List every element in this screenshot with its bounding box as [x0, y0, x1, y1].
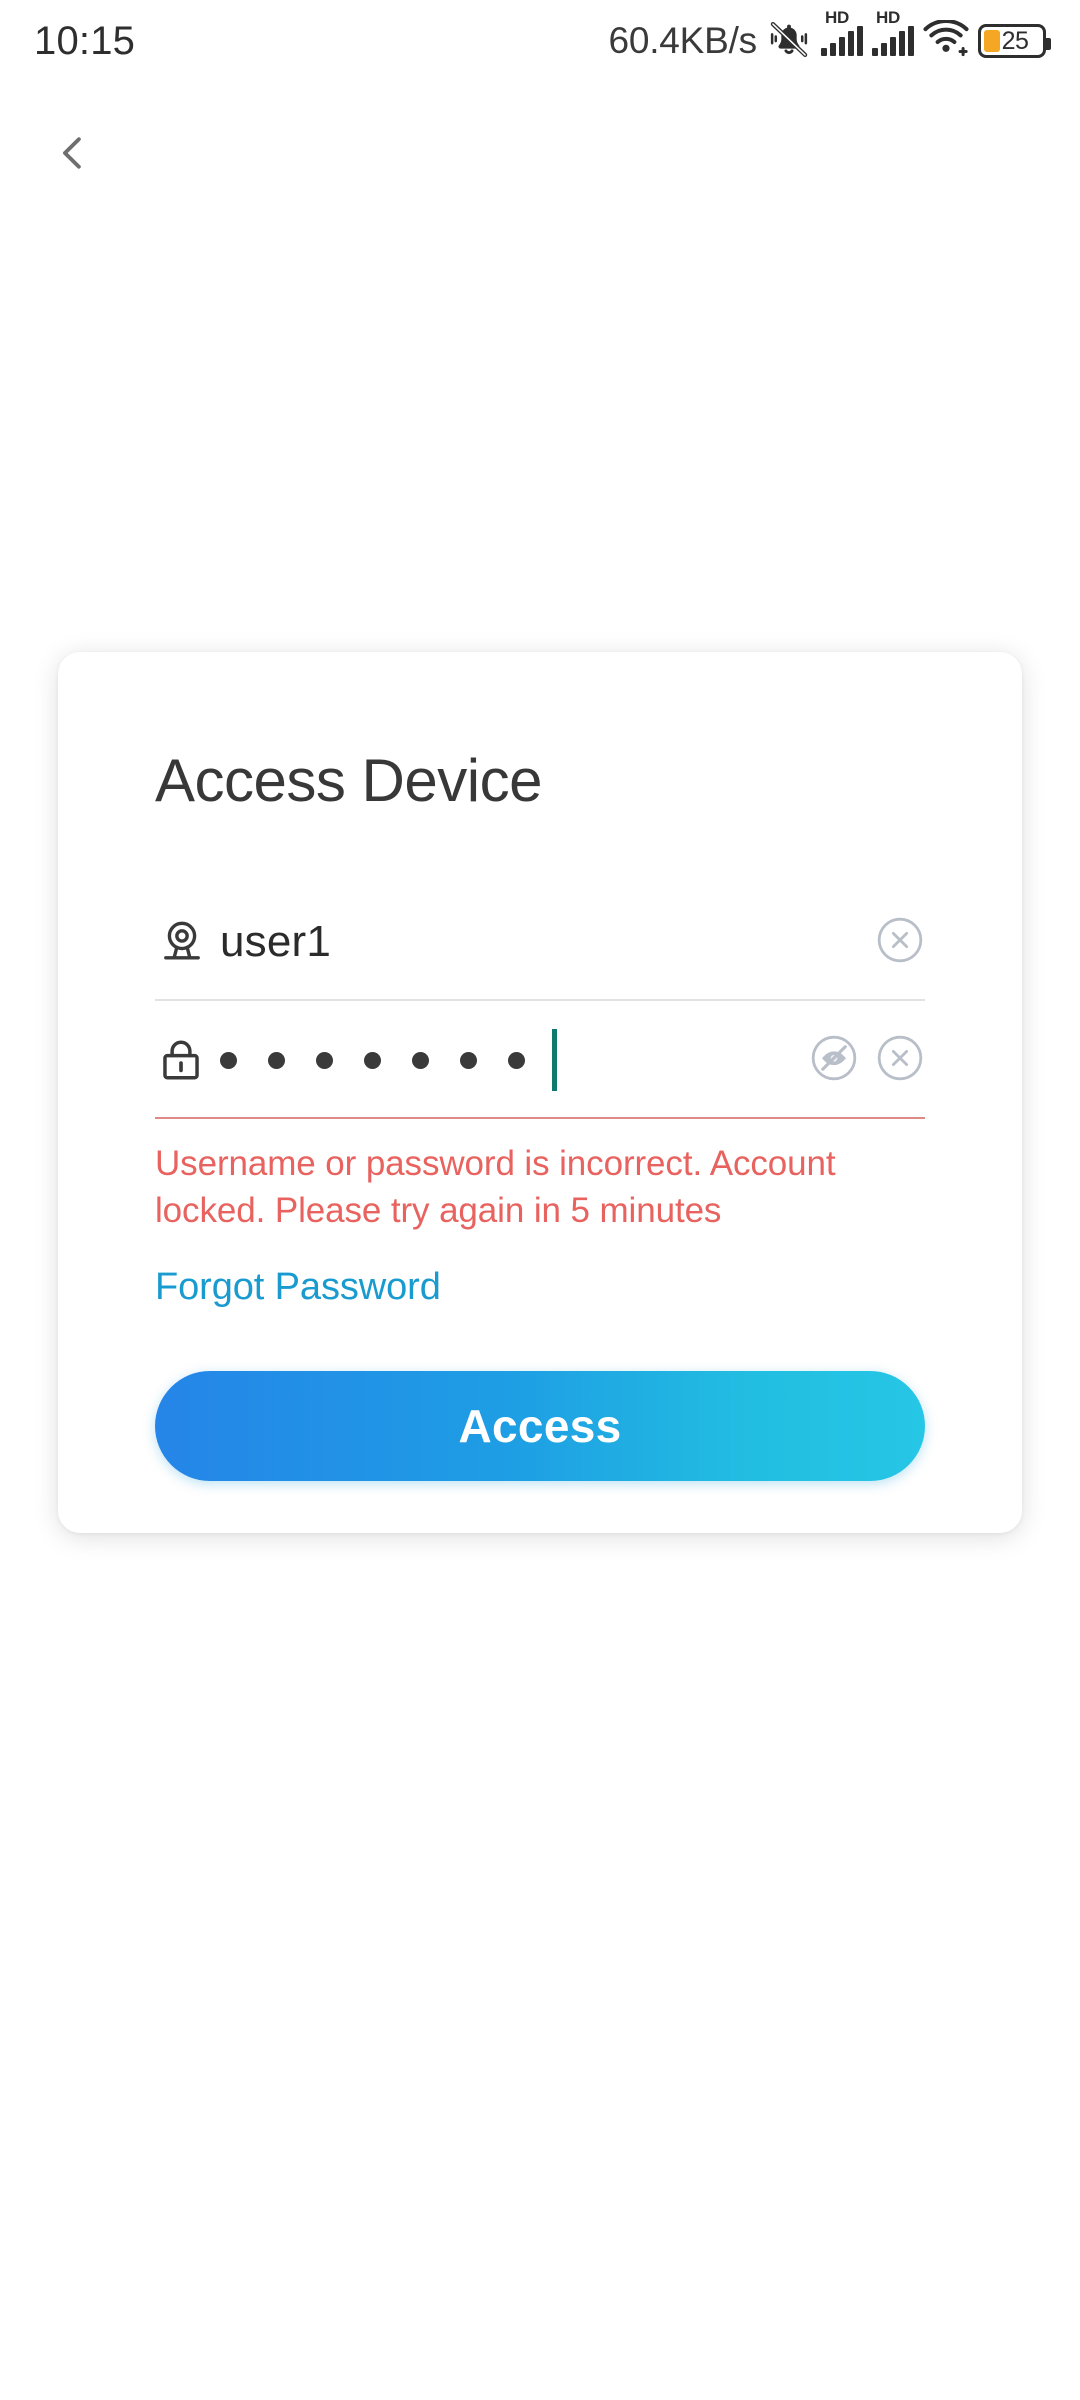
clear-username-icon[interactable]: [875, 915, 925, 970]
user-icon: [155, 915, 217, 969]
battery-icon: 25: [978, 24, 1051, 58]
signal-sim2-icon: HD: [872, 9, 914, 56]
password-masked-value: [220, 1051, 525, 1069]
username-field-row[interactable]: user1: [155, 883, 925, 1001]
status-bar-clock: 10:15: [34, 18, 136, 63]
status-bar: 10:15 60.4KB/s HD HD 25: [0, 0, 1080, 82]
signal-sim1-icon: HD: [821, 9, 863, 56]
password-field-row[interactable]: [155, 1001, 925, 1119]
sim2-signal-bars: [872, 26, 914, 56]
password-input[interactable]: [217, 1029, 795, 1091]
page-title: Access Device: [155, 747, 542, 814]
username-input[interactable]: user1: [217, 917, 861, 967]
battery-percent-label: 25: [1001, 26, 1029, 55]
password-field-actions: [795, 1033, 925, 1088]
lock-icon: [155, 1034, 217, 1086]
wifi-icon: [923, 18, 969, 63]
sim1-signal-bars: [821, 26, 863, 56]
status-bar-indicators: 60.4KB/s HD HD 25: [608, 9, 1051, 67]
error-message: Username or password is incorrect. Accou…: [155, 1144, 836, 1230]
clear-password-icon[interactable]: [875, 1033, 925, 1088]
chevron-left-icon: [51, 131, 95, 180]
password-field-divider: [155, 1117, 925, 1119]
text-caret: [552, 1029, 557, 1091]
forgot-password-link[interactable]: Forgot Password: [155, 1266, 441, 1309]
username-field-actions: [861, 915, 925, 970]
network-speed-indicator: 60.4KB/s: [608, 20, 757, 61]
sim1-hd-label: HD: [825, 8, 849, 27]
bell-mute-icon: [766, 16, 812, 67]
username-value: user1: [220, 917, 332, 966]
sim2-hd-label: HD: [876, 8, 900, 27]
access-device-card: Access Device user1 Username or password…: [58, 652, 1022, 1534]
back-button[interactable]: [30, 112, 116, 198]
eye-off-icon[interactable]: [809, 1033, 859, 1088]
access-button[interactable]: Access: [155, 1371, 925, 1482]
